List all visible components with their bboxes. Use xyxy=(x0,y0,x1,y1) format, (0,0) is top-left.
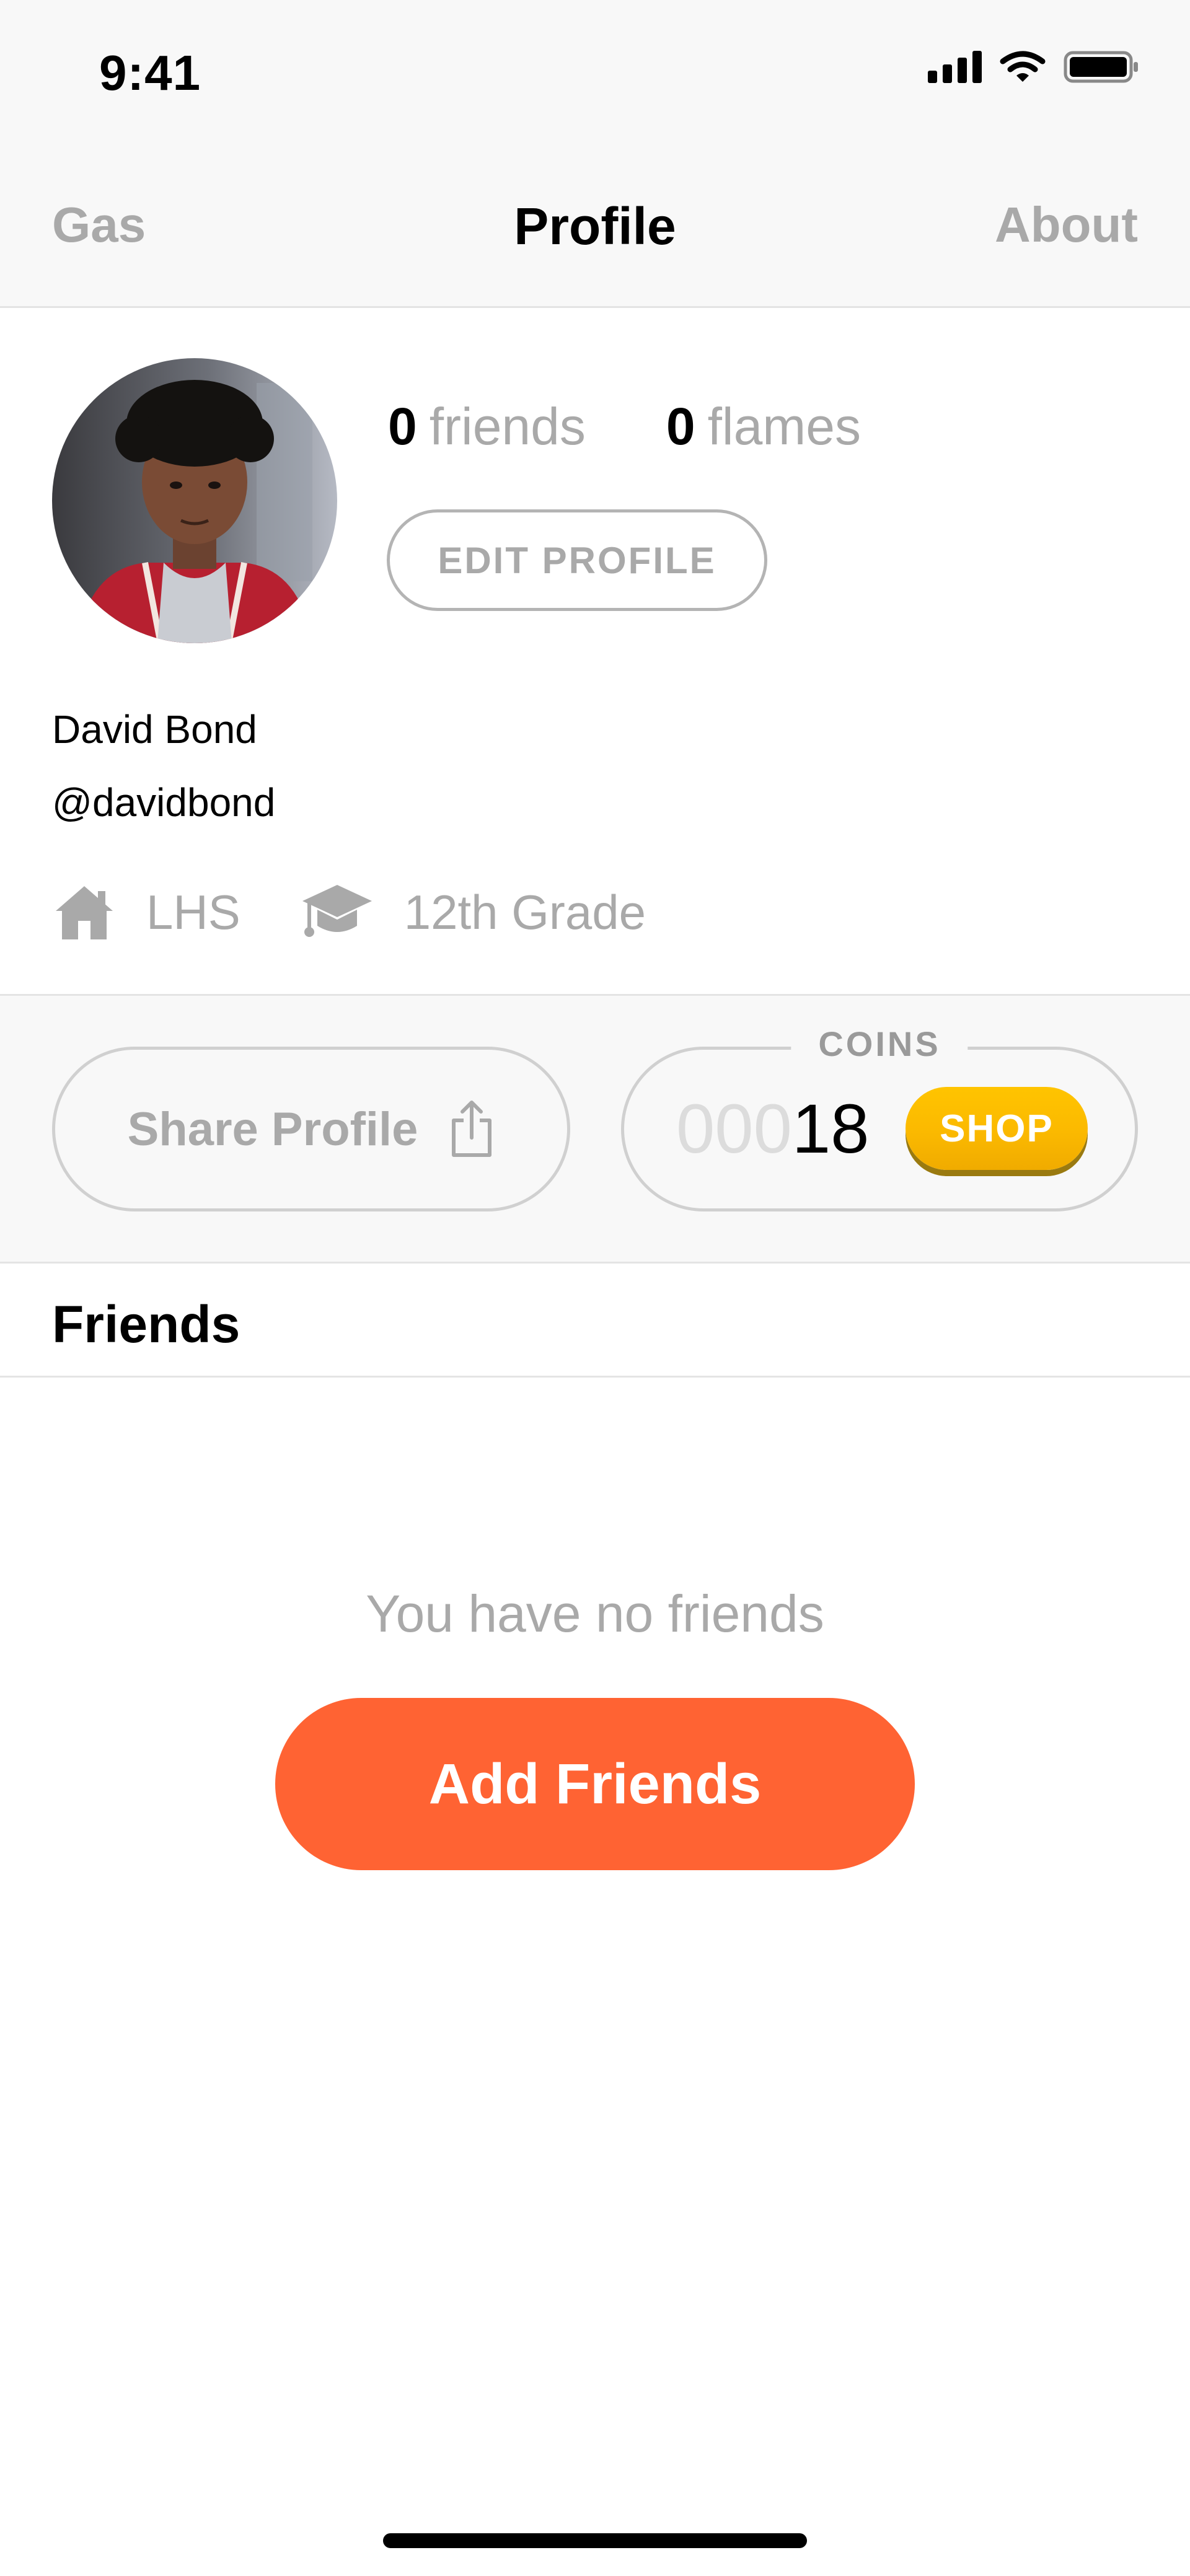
share-profile-button[interactable]: Share Profile xyxy=(52,1047,570,1211)
shop-button[interactable]: SHOP xyxy=(906,1087,1088,1170)
school-label: LHS xyxy=(146,884,240,939)
flames-count: 0 xyxy=(666,397,695,455)
nav-gas-button[interactable]: Gas xyxy=(52,196,146,253)
friends-header: Friends xyxy=(0,1264,1190,1378)
friends-count: 0 xyxy=(388,397,417,455)
graduation-cap-icon xyxy=(302,885,372,937)
flames-stat[interactable]: 0 flames xyxy=(666,397,861,457)
profile-stats: 0 friends 0 flames xyxy=(388,397,941,457)
cellular-signal-icon xyxy=(928,51,982,83)
coins-padding: 000 xyxy=(676,1090,792,1167)
edit-profile-button[interactable]: EDIT PROFILE xyxy=(387,509,767,611)
wifi-icon xyxy=(1000,51,1046,82)
share-icon xyxy=(452,1101,492,1157)
flames-label: flames xyxy=(707,397,861,455)
profile-meta: LHS 12th Grade xyxy=(52,880,646,944)
grade-info: 12th Grade xyxy=(300,880,646,944)
home-icon xyxy=(56,886,113,939)
friends-title: Friends xyxy=(52,1295,240,1353)
friends-stat[interactable]: 0 friends xyxy=(388,397,586,457)
grade-label: 12th Grade xyxy=(403,884,646,939)
status-bar: 9:41 xyxy=(0,0,1190,147)
profile-handle: @davidbond xyxy=(52,780,276,825)
avatar[interactable] xyxy=(52,358,337,643)
school-info: LHS xyxy=(52,882,240,942)
status-time: 9:41 xyxy=(99,45,201,100)
share-profile-label: Share Profile xyxy=(127,1102,418,1156)
profile-name: David Bond xyxy=(52,707,257,752)
battery-icon xyxy=(1064,51,1138,83)
home-indicator[interactable] xyxy=(383,2533,807,2548)
nav-bar: Profile Gas About xyxy=(0,147,1190,308)
empty-friends-text: You have no friends xyxy=(366,1585,824,1643)
coins-label: COINS xyxy=(791,1024,968,1064)
friends-label: friends xyxy=(429,397,586,455)
add-friends-button[interactable]: Add Friends xyxy=(275,1698,915,1870)
coins-count: 00018 xyxy=(676,1092,869,1166)
status-icons xyxy=(928,50,1140,84)
coins-box: COINS 00018 SHOP xyxy=(621,1024,1138,1211)
coins-value: 18 xyxy=(791,1090,870,1167)
nav-about-button[interactable]: About xyxy=(995,196,1138,253)
actions-strip: Share Profile COINS 00018 SHOP xyxy=(0,994,1190,1264)
